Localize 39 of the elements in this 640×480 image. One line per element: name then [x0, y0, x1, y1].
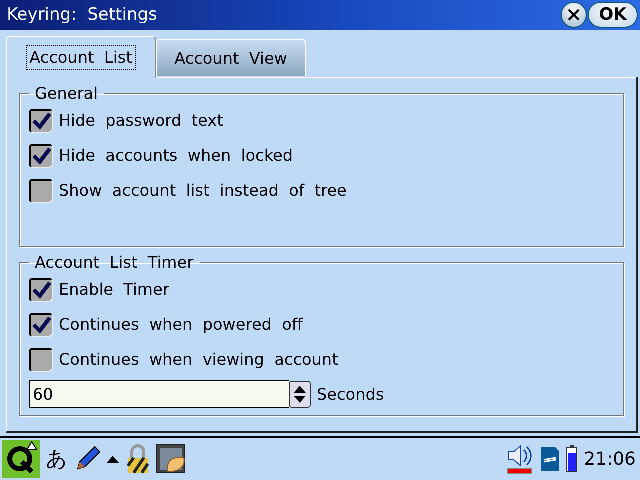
checkbox[interactable]: [29, 348, 53, 372]
checkmark-icon: [32, 112, 52, 130]
ok-button[interactable]: OK: [588, 2, 638, 28]
group-title: Account List Timer: [34, 253, 195, 272]
checkbox-label: Show account list instead of tree: [59, 181, 347, 200]
speaker-icon[interactable]: [506, 444, 534, 474]
window-title: Keyring: Settings: [7, 5, 158, 25]
checkbox-label: Continues when viewing account: [59, 350, 338, 369]
tab[interactable]: Account View: [156, 39, 306, 76]
input-method[interactable]: あ: [46, 445, 68, 473]
unit-label: Seconds: [317, 384, 384, 404]
tab[interactable]: Account List: [6, 36, 156, 78]
checkbox[interactable]: [29, 108, 53, 132]
checkmark-icon: [32, 316, 52, 334]
down-arrow-icon[interactable]: [291, 394, 309, 404]
up-triangle-icon[interactable]: [106, 454, 120, 464]
checkbox[interactable]: [29, 178, 53, 202]
checkmark-icon: [32, 147, 52, 165]
checkbox-label: Enable Timer: [59, 280, 170, 299]
checkmark-icon: [32, 281, 52, 299]
clock: 21:06: [584, 448, 636, 470]
padlock-icon[interactable]: [126, 444, 150, 474]
checkbox[interactable]: [29, 144, 53, 168]
number-field[interactable]: 60: [29, 380, 289, 408]
close-button[interactable]: [561, 2, 587, 28]
checkbox[interactable]: [29, 312, 53, 336]
launcher-icon[interactable]: [2, 440, 40, 478]
checkbox-label: Continues when powered off: [59, 315, 303, 334]
group-title: General: [34, 84, 100, 103]
checkbox-label: Hide password text: [59, 111, 224, 130]
close-icon: [567, 8, 581, 22]
terminal-shell-icon[interactable]: [156, 444, 186, 474]
pencil-icon[interactable]: [74, 445, 100, 473]
sd-card-icon[interactable]: [540, 446, 560, 472]
checkbox-label: Hide accounts when locked: [59, 146, 294, 165]
checkbox[interactable]: [29, 278, 53, 302]
up-arrow-icon[interactable]: [291, 384, 309, 394]
battery-icon[interactable]: [566, 445, 578, 473]
spin-buttons[interactable]: [289, 380, 311, 408]
